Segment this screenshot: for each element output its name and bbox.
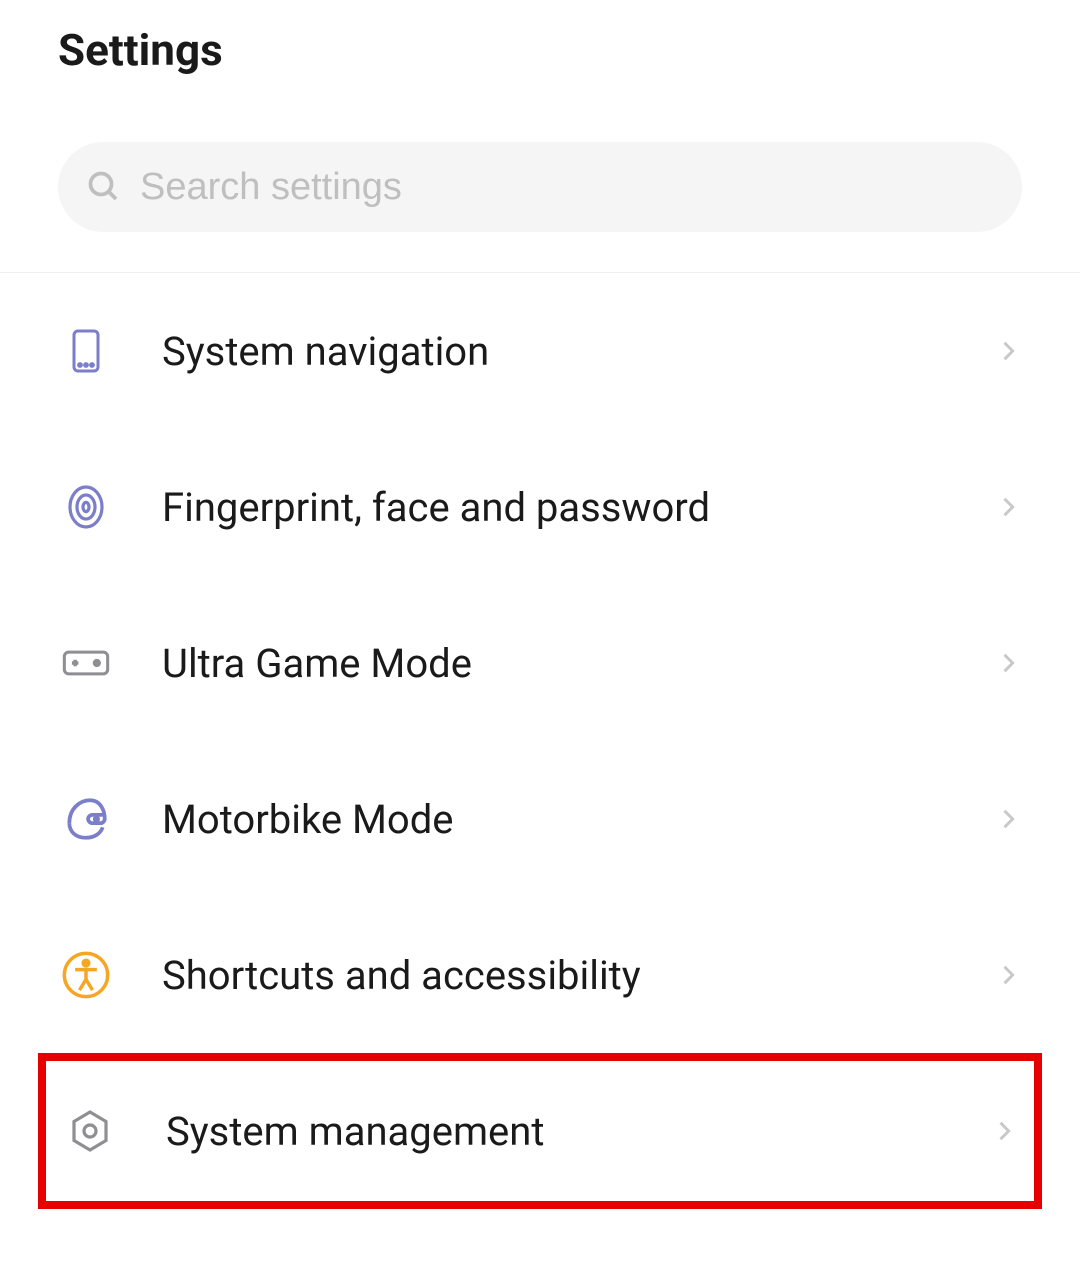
chevron-right-icon [994,961,1022,989]
phone-icon [58,323,114,379]
settings-item-system-navigation[interactable]: System navigation [0,273,1080,429]
settings-item-ultra-game-mode[interactable]: Ultra Game Mode [0,585,1080,741]
search-input[interactable] [140,166,994,209]
search-box[interactable] [58,142,1022,232]
chevron-right-icon [994,337,1022,365]
header: Settings [0,0,1080,112]
chevron-right-icon [994,493,1022,521]
chevron-right-icon [990,1117,1018,1145]
settings-item-system-management[interactable]: System management [38,1053,1042,1209]
chevron-right-icon [994,649,1022,677]
helmet-icon [58,791,114,847]
search-icon [86,169,122,205]
accessibility-icon [58,947,114,1003]
settings-item-fingerprint[interactable]: Fingerprint, face and password [0,429,1080,585]
chevron-right-icon [994,805,1022,833]
fingerprint-icon [58,479,114,535]
settings-list: System navigation Fingerprint, face and … [0,273,1080,1209]
settings-item-accessibility[interactable]: Shortcuts and accessibility [0,897,1080,1053]
settings-item-label: Fingerprint, face and password [162,484,994,531]
page-title: Settings [58,24,1022,76]
settings-item-motorbike-mode[interactable]: Motorbike Mode [0,741,1080,897]
gamepad-icon [58,635,114,691]
settings-item-label: System navigation [162,328,994,375]
search-container [0,112,1080,272]
settings-item-label: Motorbike Mode [162,796,994,843]
settings-item-label: Shortcuts and accessibility [162,952,994,999]
gear-hex-icon [62,1103,118,1159]
settings-item-label: Ultra Game Mode [162,640,994,687]
settings-item-label: System management [166,1108,990,1155]
